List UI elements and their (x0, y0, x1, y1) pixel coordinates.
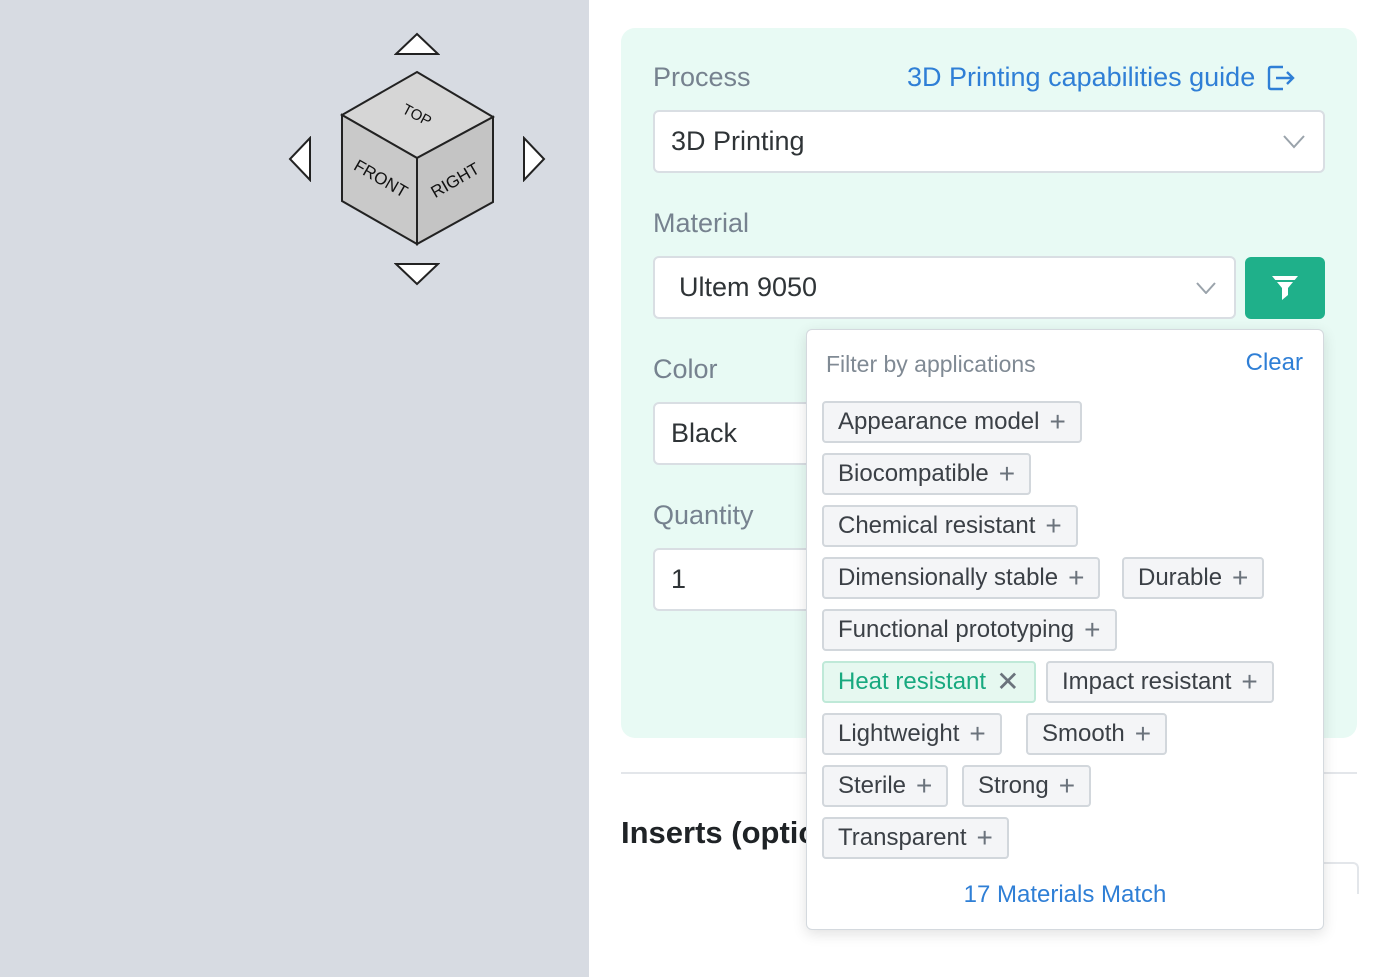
view-cube[interactable]: TOP FRONT RIGHT (338, 70, 496, 250)
material-label: Material (653, 208, 750, 238)
arrow-up-icon[interactable] (394, 32, 440, 56)
arrow-down-icon[interactable] (394, 262, 440, 286)
chip-label: Smooth (1042, 720, 1125, 747)
filter-popover-title: Filter by applications (826, 351, 1036, 377)
filter-chip-strong[interactable]: Strong + (962, 765, 1092, 807)
chip-label: Transparent (838, 824, 967, 851)
material-filter-button[interactable] (1245, 257, 1325, 319)
model-viewport[interactable]: TOP FRONT RIGHT (0, 0, 589, 977)
quantity-input-value: 1 (671, 564, 687, 594)
chevron-down-icon (1283, 134, 1305, 148)
capabilities-guide-link[interactable]: 3D Printing capabilities guide (907, 62, 1295, 93)
chip-label: Functional prototyping (838, 616, 1075, 643)
plus-icon: + (1241, 666, 1258, 697)
chip-label: Heat resistant (838, 668, 987, 695)
plus-icon: + (1049, 406, 1066, 437)
plus-icon: + (1058, 770, 1076, 801)
plus-icon: + (976, 822, 993, 853)
plus-icon: + (1084, 614, 1101, 645)
chip-label: Chemical resistant (838, 512, 1036, 539)
arrow-right-icon[interactable] (520, 136, 546, 182)
close-icon[interactable]: ✕ (996, 668, 1019, 696)
chip-label: Dimensionally stable (838, 564, 1059, 591)
filter-chip-sterile[interactable]: Sterile + (822, 765, 949, 807)
process-label: Process (653, 62, 751, 92)
plus-icon: + (1045, 510, 1062, 541)
application-filter-popover: Filter by applications Clear Appearance … (806, 329, 1324, 930)
quantity-label: Quantity (653, 500, 754, 530)
external-link-icon (1268, 65, 1295, 90)
color-label: Color (653, 354, 718, 384)
plus-icon: + (916, 770, 933, 801)
plus-icon: + (1134, 718, 1152, 749)
filter-chip-durable[interactable]: Durable + (1122, 557, 1265, 599)
material-select[interactable]: Ultem 9050 (653, 256, 1236, 319)
process-select-value: 3D Printing (671, 126, 805, 156)
filter-chip-impact-resistant[interactable]: Impact resistant + (1046, 661, 1274, 703)
color-select-value: Black (671, 418, 738, 448)
filter-icon (1272, 276, 1298, 300)
chip-label: Lightweight (838, 720, 960, 747)
chip-label: Sterile (838, 772, 907, 799)
process-select[interactable]: 3D Printing (653, 110, 1325, 173)
filter-chip-functional-prototyping[interactable]: Functional prototyping + (822, 609, 1117, 651)
arrow-left-icon[interactable] (288, 136, 314, 182)
chevron-down-icon (1196, 281, 1216, 294)
filter-chip-biocompatible[interactable]: Biocompatible + (822, 453, 1032, 495)
filter-chip-dimensionally-stable[interactable]: Dimensionally stable + (822, 557, 1101, 599)
material-select-value: Ultem 9050 (679, 272, 818, 302)
chip-label: Biocompatible (838, 460, 989, 487)
filter-chip-heat-resistant[interactable]: Heat resistant ✕ (822, 661, 1036, 703)
filter-chip-smooth[interactable]: Smooth + (1026, 713, 1168, 755)
plus-icon: + (969, 718, 986, 749)
chip-label: Appearance model (838, 408, 1040, 435)
filter-chip-chemical-resistant[interactable]: Chemical resistant + (822, 505, 1078, 547)
filter-chip-transparent[interactable]: Transparent + (822, 817, 1009, 859)
chip-label: Durable (1138, 564, 1223, 591)
plus-icon: + (1068, 562, 1085, 593)
clear-filters-button[interactable]: Clear (1246, 349, 1303, 377)
guide-link-text[interactable]: 3D Printing capabilities guide (907, 62, 1255, 93)
plus-icon: + (998, 458, 1016, 489)
chip-label: Impact resistant (1062, 668, 1232, 695)
chip-label: Strong (978, 772, 1049, 799)
filter-chip-appearance-model[interactable]: Appearance model + (822, 401, 1082, 443)
plus-icon: + (1232, 562, 1249, 593)
filter-chip-lightweight[interactable]: Lightweight + (822, 713, 1002, 755)
materials-match-link[interactable]: 17 Materials Match (807, 881, 1323, 909)
